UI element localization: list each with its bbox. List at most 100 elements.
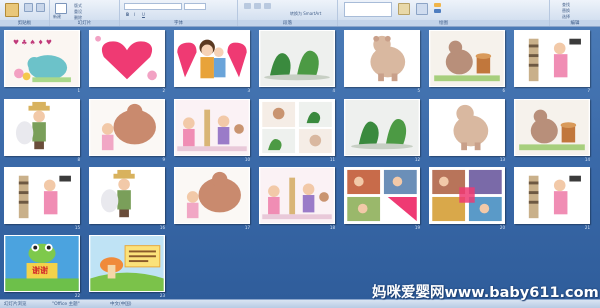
slide-12-art	[345, 100, 419, 155]
ribbon-group-label: 剪贴板	[0, 20, 49, 26]
font-name-box[interactable]	[124, 3, 182, 10]
slide-number: 7	[587, 88, 590, 93]
ribbon-group-label: 字体	[120, 20, 237, 26]
slide-number: 16	[159, 225, 165, 230]
underline-icon[interactable]: U	[142, 12, 145, 17]
slide-number: 14	[584, 157, 590, 162]
slide-number: 12	[414, 157, 420, 162]
svg-text:♥ ♣ ♠ ♦ ♥: ♥ ♣ ♠ ♦ ♥	[13, 39, 52, 47]
slide-14-art	[515, 100, 589, 155]
slide-thumbnail[interactable]	[429, 30, 505, 87]
slide-thumbnail[interactable]	[259, 99, 335, 156]
slide-thumbnail[interactable]	[174, 30, 250, 87]
slide-1-art: ♥ ♣ ♠ ♦ ♥	[5, 31, 79, 86]
paste-icon[interactable]	[5, 3, 19, 17]
shape-outline-icon[interactable]	[434, 9, 441, 13]
slide-number: 2	[162, 88, 165, 93]
ribbon-group-font: B I U 字体	[120, 0, 238, 26]
ribbon-group-paragraph: 转换为 SmartArt 段落	[238, 0, 338, 26]
cut-icon[interactable]	[24, 3, 33, 12]
slide-22-art	[5, 236, 79, 291]
slide-thumbnail[interactable]	[89, 30, 165, 87]
slide-11-art	[260, 100, 334, 155]
slide-thumbnail[interactable]	[344, 99, 420, 156]
slide-number: 22	[74, 293, 80, 298]
slide-21-art	[515, 168, 589, 223]
slide-thumbnail[interactable]	[514, 167, 590, 224]
ribbon-group-clipboard: 剪贴板	[0, 0, 50, 26]
ribbon-group-drawing: 绘图	[338, 0, 550, 26]
slide-number: 1	[77, 88, 80, 93]
slide-thumbnail[interactable]	[4, 167, 80, 224]
slide-6-art	[430, 31, 504, 86]
slide-thumbnail[interactable]: 谢谢	[4, 235, 80, 292]
slide-17-art	[175, 168, 249, 223]
slide-4-art	[260, 31, 334, 86]
shapes-gallery[interactable]	[344, 2, 392, 17]
numbering-icon[interactable]	[254, 3, 261, 9]
slide-number: 13	[499, 157, 505, 162]
slide-16-art	[90, 168, 164, 223]
slide-thumbnail[interactable]	[174, 167, 250, 224]
slide-number: 11	[329, 157, 335, 162]
slide-number: 23	[159, 293, 165, 298]
slide-thumbnail[interactable]	[344, 30, 420, 87]
quick-styles-icon[interactable]	[416, 3, 428, 15]
ribbon-group-label: 段落	[238, 20, 337, 26]
slide-thumbnail[interactable]	[429, 167, 505, 224]
slide-thumbnail[interactable]	[259, 30, 335, 87]
status-view: 幻灯片浏览	[4, 302, 27, 307]
ribbon-group-editing: 查找 替换 选择 编辑	[550, 0, 600, 26]
ribbon-group-label: 编辑	[550, 20, 600, 26]
slide-number: 6	[502, 88, 505, 93]
slide-thumbnail[interactable]	[89, 235, 165, 292]
new-slide-icon[interactable]	[55, 3, 67, 14]
slide-15-art	[5, 168, 79, 223]
slide-thumbnail[interactable]	[89, 99, 165, 156]
slide-number: 15	[74, 225, 80, 230]
slide-5-art	[345, 31, 419, 86]
slide-number: 8	[77, 157, 80, 162]
slide-thumbnail[interactable]	[514, 30, 590, 87]
slide-9-art	[90, 100, 164, 155]
slide-thumbnail[interactable]	[429, 99, 505, 156]
slide-18-art	[260, 168, 334, 223]
slide-number: 9	[162, 157, 165, 162]
ribbon-group-slides: 新建 版式 重设 删除 幻灯片	[50, 0, 120, 26]
indent-icon[interactable]	[264, 3, 271, 9]
slide-sorter[interactable]: ♥ ♣ ♠ ♦ ♥ 谢谢 1 2 3 4 5 6 7 8 9 10 11 12 …	[0, 27, 600, 299]
slide-10-art	[175, 100, 249, 155]
slide-number: 17	[244, 225, 250, 230]
slide-thumbnail[interactable]	[259, 167, 335, 224]
copy-icon[interactable]	[36, 3, 45, 12]
slide-thumbnail[interactable]	[89, 167, 165, 224]
slide-23-art	[90, 236, 164, 291]
shape-fill-icon[interactable]	[434, 3, 441, 7]
arrange-icon[interactable]	[398, 3, 410, 15]
slide-number: 20	[499, 225, 505, 230]
bullets-icon[interactable]	[244, 3, 251, 9]
smartart-label[interactable]: 转换为 SmartArt	[290, 11, 321, 17]
bold-icon[interactable]: B	[126, 12, 129, 17]
site-watermark: 妈咪爱婴网www.baby611.com	[372, 285, 599, 301]
slide-number: 21	[584, 225, 590, 230]
slide-19-art	[345, 168, 419, 223]
slide-number: 4	[332, 88, 335, 93]
italic-icon[interactable]: I	[134, 12, 135, 17]
status-language: 中文(中国)	[110, 302, 132, 307]
slide-number: 3	[247, 88, 250, 93]
slide-2-art	[90, 31, 164, 86]
slide-thumbnail[interactable]: ♥ ♣ ♠ ♦ ♥	[4, 30, 80, 87]
slide-thumbnail[interactable]	[4, 99, 80, 156]
ribbon: 剪贴板 新建 版式 重设 删除 幻灯片 B I U 字体 转换为 SmartAr…	[0, 0, 600, 27]
slide-7-art	[515, 31, 589, 86]
font-size-box[interactable]	[184, 3, 206, 10]
slide-number: 5	[417, 88, 420, 93]
slide-number: 19	[414, 225, 420, 230]
slide-thumbnail[interactable]	[514, 99, 590, 156]
slide-thumbnail[interactable]	[174, 99, 250, 156]
slide-number: 18	[329, 225, 335, 230]
slide-number: 10	[244, 157, 250, 162]
slide-3-art	[175, 31, 249, 86]
slide-thumbnail[interactable]	[344, 167, 420, 224]
